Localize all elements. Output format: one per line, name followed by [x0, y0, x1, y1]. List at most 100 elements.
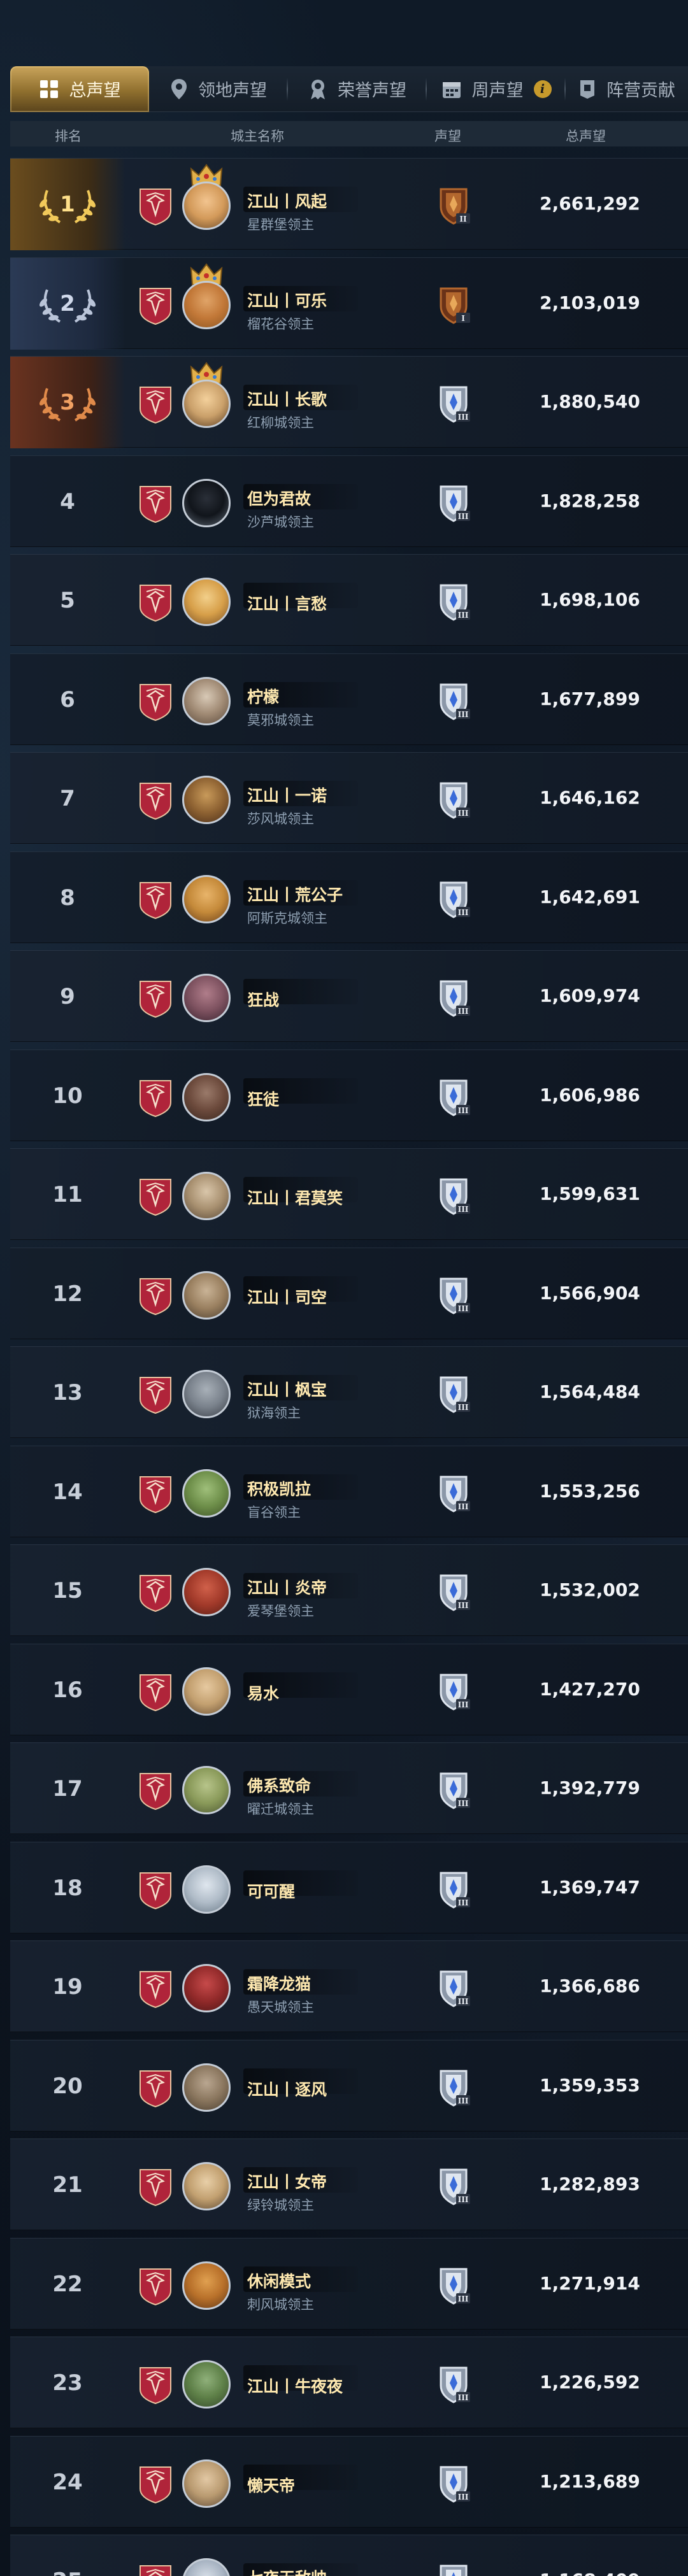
tab-total-prestige[interactable]: 总声望: [10, 66, 149, 112]
rank-cell: 6: [10, 654, 125, 746]
table-row[interactable]: 16 易水 III 1,427,270: [10, 1644, 688, 1735]
tab-label: 荣誉声望: [338, 81, 406, 101]
table-row[interactable]: 7 江山丨一诺 莎风城领主 III 1,646,162: [10, 752, 688, 844]
avatar[interactable]: [182, 2360, 231, 2409]
prestige-rank-badge-icon: III: [440, 2466, 470, 2503]
table-row[interactable]: 18 可可醒 III 1,369,747: [10, 1842, 688, 1933]
info-icon[interactable]: i: [533, 80, 552, 98]
player-name[interactable]: 江山丨司空: [247, 1285, 327, 1308]
table-row[interactable]: 11 江山丨君莫笑 III 1,599,631: [10, 1148, 688, 1240]
avatar[interactable]: [182, 2459, 231, 2508]
total-prestige-value: 1,828,258: [540, 490, 640, 511]
city-title: 爱琴堡领主: [247, 1604, 314, 1619]
player-name[interactable]: 江山丨言愁: [247, 592, 327, 615]
player-name[interactable]: 七夜无敌帅: [247, 2566, 327, 2576]
player-name[interactable]: 江山丨逐风: [247, 2077, 327, 2100]
player-name[interactable]: 江山丨君莫笑: [247, 1186, 343, 1209]
table-row[interactable]: 6 柠檬 莫邪城领主 III 1,677,899: [10, 653, 688, 745]
player-name[interactable]: 江山丨女帝: [247, 2170, 327, 2193]
avatar[interactable]: [182, 974, 231, 1022]
player-name[interactable]: 江山丨牛夜夜: [247, 2374, 343, 2397]
avatar[interactable]: [182, 281, 231, 329]
player-name[interactable]: 江山丨枫宝: [247, 1377, 327, 1400]
table-row[interactable]: 22 休闲模式 刺风城领主 III 1,271,914: [10, 2238, 688, 2330]
rank-cell: 2: [10, 258, 125, 350]
player-name[interactable]: 佛系致命: [247, 1774, 311, 1797]
avatar[interactable]: [182, 875, 231, 923]
avatar[interactable]: [182, 2063, 231, 2112]
player-name[interactable]: 狂战: [247, 988, 279, 1011]
tier-label: III: [458, 1106, 469, 1115]
avatar[interactable]: [182, 1568, 231, 1616]
player-name[interactable]: 但为君故: [247, 487, 311, 509]
avatar[interactable]: [182, 776, 231, 824]
rank-cell: 10: [10, 1050, 125, 1142]
avatar[interactable]: [182, 2162, 231, 2210]
rank-cell: 18: [10, 1842, 125, 1934]
banner-icon: [578, 79, 596, 99]
prestige-rank-badge-icon: III: [440, 1970, 470, 2007]
player-name[interactable]: 江山丨炎帝: [247, 1576, 327, 1598]
player-name[interactable]: 江山丨长歌: [247, 387, 327, 410]
avatar[interactable]: [182, 1766, 231, 1814]
avatar[interactable]: [182, 1271, 231, 1320]
table-row[interactable]: 20 江山丨逐风 III 1,359,353: [10, 2040, 688, 2131]
avatar[interactable]: [182, 578, 231, 626]
avatar[interactable]: [182, 1667, 231, 1716]
player-name[interactable]: 霜降龙猫: [247, 1972, 311, 1995]
table-row[interactable]: 24 懒天帝 III 1,213,689: [10, 2436, 688, 2528]
table-row[interactable]: 23 江山丨牛夜夜 III 1,226,592: [10, 2337, 688, 2428]
player-name[interactable]: 休闲模式: [247, 2269, 311, 2292]
city-title: 曜迁城领主: [247, 1802, 314, 1817]
table-row[interactable]: 10 狂徒 III 1,606,986: [10, 1050, 688, 1141]
rank-cell: 21: [10, 2139, 125, 2231]
avatar[interactable]: [182, 1964, 231, 2012]
rank-number: 8: [60, 885, 75, 911]
player-name[interactable]: 江山丨风起: [247, 189, 327, 212]
tab-territory-prestige[interactable]: 领地声望: [149, 66, 288, 112]
table-row[interactable]: 14 积极凯拉 盲谷领主 III 1,553,256: [10, 1446, 688, 1537]
player-name[interactable]: 易水: [247, 1681, 279, 1704]
player-name[interactable]: 狂徒: [247, 1087, 279, 1110]
table-row[interactable]: 8 江山丨荒公子 阿斯克城领主 III 1,642,691: [10, 851, 688, 943]
table-row[interactable]: 2 江山丨可乐 榴花谷领主 I 2,103,019: [10, 257, 688, 350]
tab-faction-contribution[interactable]: 阵营贡献: [566, 66, 688, 112]
table-row[interactable]: 13 江山丨枫宝 狱海领主 III 1,564,484: [10, 1346, 688, 1438]
table-row[interactable]: 9 狂战 III 1,609,974: [10, 950, 688, 1042]
table-row[interactable]: 19 霜降龙猫 愚天城领主 III 1,366,686: [10, 1940, 688, 2032]
player-name[interactable]: 江山丨荒公子: [247, 883, 343, 906]
table-row[interactable]: 25 七夜无敌帅千岁城领主 III1,168,409: [10, 2535, 688, 2576]
player-name[interactable]: 可可醒: [247, 1879, 295, 1902]
avatar[interactable]: [182, 2261, 231, 2310]
table-row[interactable]: 15 江山丨炎帝 爱琴堡领主 III 1,532,002: [10, 1544, 688, 1636]
player-name[interactable]: 江山丨可乐: [247, 288, 327, 311]
avatar[interactable]: [182, 479, 231, 527]
avatar[interactable]: [182, 1172, 231, 1220]
avatar[interactable]: [182, 1469, 231, 1518]
avatar[interactable]: [182, 1865, 231, 1914]
avatar[interactable]: [182, 1370, 231, 1418]
prestige-rank-badge-icon: III: [440, 2268, 470, 2305]
faction-shield-icon: [140, 1872, 171, 1910]
table-row[interactable]: 12 江山丨司空 III 1,566,904: [10, 1248, 688, 1339]
table-row[interactable]: 5 江山丨言愁 III 1,698,106: [10, 554, 688, 646]
table-row[interactable]: 1 江山丨风起 星群堡领主 II 2,661,292: [10, 158, 688, 250]
table-row[interactable]: 21 江山丨女帝 绿铃城领主 III 1,282,893: [10, 2138, 688, 2230]
avatar[interactable]: [182, 380, 231, 428]
table-row[interactable]: 17 佛系致命 曜迁城领主 III 1,392,779: [10, 1742, 688, 1834]
player-name[interactable]: 懒天帝: [247, 2473, 295, 2496]
player-name[interactable]: 江山丨一诺: [247, 783, 327, 806]
rank-number: 10: [52, 1083, 83, 1109]
avatar[interactable]: [182, 677, 231, 725]
table-row[interactable]: 3 江山丨长歌 红柳城领主 III 1,880,540: [10, 356, 688, 448]
table-row[interactable]: 4 但为君故 沙芦城领主 III 1,828,258: [10, 455, 688, 547]
leaderboard-page: 总声望 领地声望 荣誉声望 周声望 i 阵营贡献 排名 城主名称 声望 总声望 …: [0, 0, 688, 2576]
tab-weekly-prestige[interactable]: 周声望 i: [427, 66, 566, 112]
tab-honor-prestige[interactable]: 荣誉声望: [288, 66, 427, 112]
avatar[interactable]: [182, 181, 231, 230]
avatar[interactable]: [182, 1073, 231, 1121]
map-pin-icon: [170, 78, 188, 100]
player-name[interactable]: 积极凯拉: [247, 1477, 311, 1500]
avatar[interactable]: [182, 2558, 231, 2576]
player-name[interactable]: 柠檬: [247, 685, 279, 708]
